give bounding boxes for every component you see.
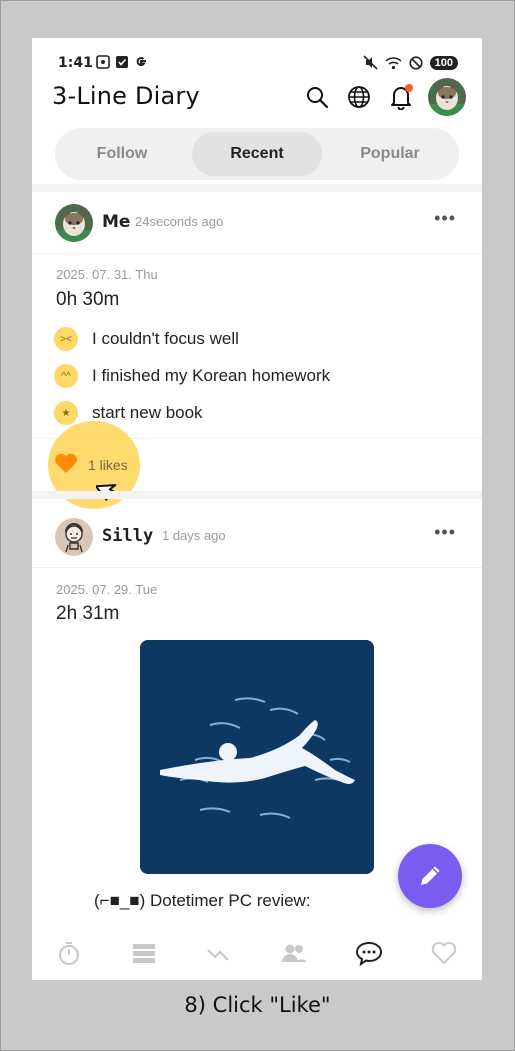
nav-friends[interactable] (279, 938, 309, 968)
list-icon (133, 944, 155, 963)
bottom-navigation (32, 924, 482, 980)
write-diary-button[interactable] (398, 844, 462, 908)
tab-follow[interactable]: Follow (59, 132, 185, 176)
nav-chat[interactable] (354, 938, 384, 968)
tab-popular[interactable]: Popular (325, 132, 455, 176)
diary-line: ^^ I finished my Korean homework (54, 363, 330, 389)
post-time: 1 days ago (162, 528, 226, 543)
profile-avatar[interactable] (428, 78, 466, 116)
nav-stats[interactable] (204, 938, 234, 968)
doodle-avatar-icon (55, 518, 93, 556)
author-avatar[interactable] (55, 518, 93, 556)
post-date: 2025. 07. 29. Tue (56, 582, 158, 597)
app-title: 3-Line Diary (52, 82, 200, 110)
status-bar: 1:41 100 (32, 38, 482, 74)
battery-indicator: 100 (429, 55, 458, 70)
language-button[interactable] (344, 80, 374, 114)
post-date: 2025. 07. 31. Thu (56, 267, 158, 282)
like-count[interactable]: 1 likes (88, 457, 128, 473)
post-header: Me 24seconds ago ••• (32, 190, 482, 254)
swimmer-illustration (140, 640, 374, 874)
confounded-face-icon: >< (54, 327, 78, 351)
diary-line: >< I couldn't focus well (54, 326, 239, 352)
post-caption: (⌐■_■) Dotetimer PC review: (94, 891, 311, 910)
phone-screen: 1:41 100 3-Line Diary Follow Recent Popu… (32, 38, 482, 980)
post-duration: 0h 30m (56, 289, 120, 310)
globe-icon (348, 86, 370, 108)
screenshot-icon (96, 55, 110, 69)
author-name[interactable]: Me (102, 212, 130, 232)
post-header: Silly 1 days ago ••• (32, 504, 482, 568)
dnd-icon (409, 55, 423, 70)
cat-avatar-icon (428, 78, 466, 116)
diary-line-text: I finished my Korean homework (92, 366, 331, 385)
pencil-icon (421, 866, 440, 885)
status-time: 1:41 (58, 55, 93, 71)
app-bar: 3-Line Diary (32, 78, 482, 118)
chat-icon (355, 941, 383, 966)
diary-line-text: I couldn't focus well (92, 329, 239, 348)
more-options-button[interactable]: ••• (434, 208, 456, 229)
tab-recent[interactable]: Recent (192, 132, 322, 176)
diary-line-text: start new book (92, 403, 203, 422)
wifi-icon (385, 56, 402, 69)
status-right-icons: 100 (363, 55, 458, 70)
check-box-icon (116, 56, 128, 68)
timer-icon (59, 942, 79, 965)
author-avatar[interactable] (55, 204, 93, 242)
search-button[interactable] (302, 80, 332, 114)
heart-icon[interactable] (54, 452, 78, 474)
heart-outline-icon (431, 942, 457, 965)
appbar-actions (302, 78, 466, 116)
nav-favorites[interactable] (429, 938, 459, 968)
diary-line: ★ start new book (54, 400, 203, 426)
nav-timer[interactable] (54, 938, 84, 968)
post-duration: 2h 31m (56, 603, 120, 624)
cat-avatar-icon (55, 204, 93, 242)
section-divider (32, 491, 482, 499)
status-left-icons (96, 55, 148, 69)
nav-list[interactable] (129, 938, 159, 968)
post-time: 24seconds ago (135, 214, 224, 229)
smiling-face-icon: ^^ (54, 364, 78, 388)
step-instruction: 8) Click "Like" (184, 993, 331, 1017)
author-name[interactable]: Silly (102, 526, 153, 546)
stats-icon (207, 949, 229, 961)
friends-icon (282, 944, 307, 962)
star-struck-face-icon: ★ (54, 401, 78, 425)
search-icon (307, 87, 329, 109)
mute-icon (363, 55, 378, 70)
google-icon (136, 57, 146, 67)
notifications-button[interactable] (386, 80, 416, 114)
post-photo[interactable] (140, 640, 374, 874)
more-options-button[interactable]: ••• (434, 522, 456, 543)
feed-tabs: Follow Recent Popular (55, 128, 459, 180)
notification-dot (405, 84, 413, 92)
